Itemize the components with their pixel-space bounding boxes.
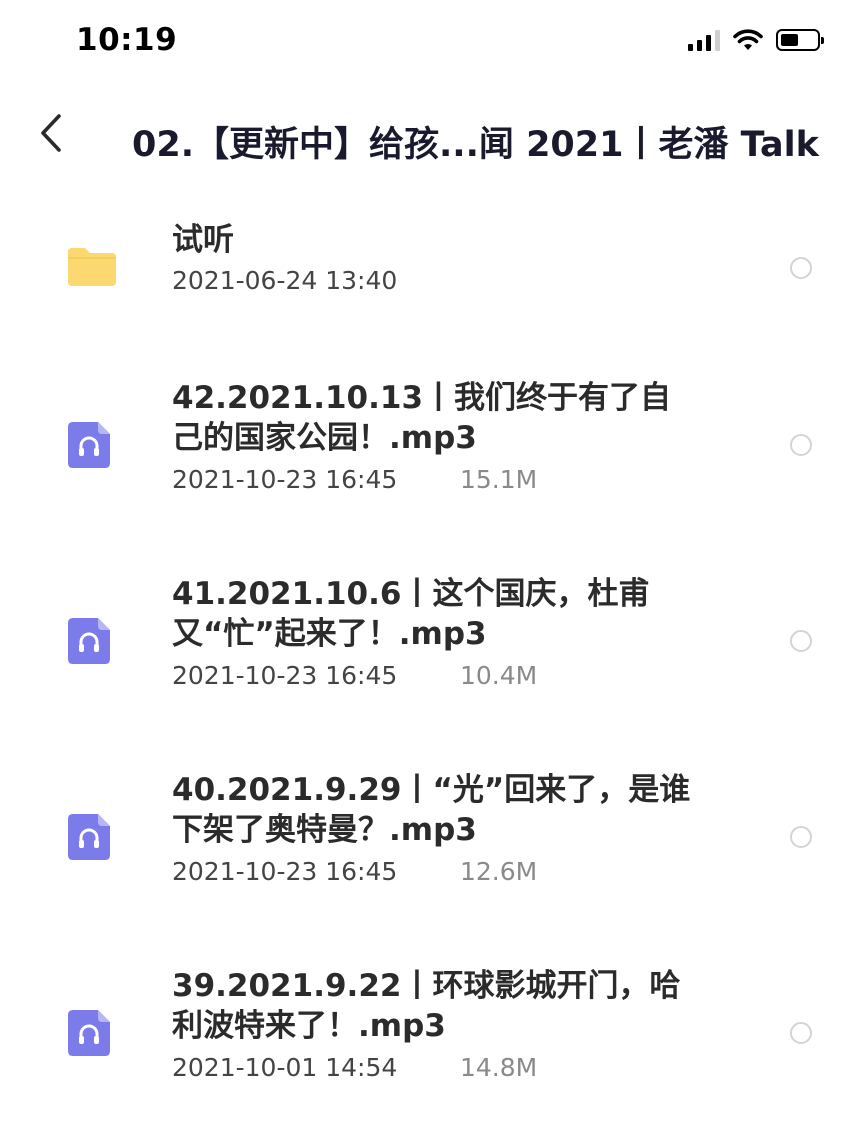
list-item-audio[interactable]: 40.2021.9.29丨“光”回来了，是谁下架了奥特曼？.mp3 2021-1… — [0, 762, 858, 942]
file-size: 10.4M — [460, 661, 538, 690]
folder-icon — [68, 248, 116, 286]
status-time: 10:19 — [76, 22, 178, 58]
select-radio[interactable] — [790, 434, 812, 456]
wifi-icon — [733, 29, 763, 50]
file-name: 试听 — [172, 222, 234, 258]
status-bar: 10:19 — [0, 0, 858, 86]
select-radio[interactable] — [790, 826, 812, 848]
file-size: 15.1M — [460, 465, 538, 494]
back-button[interactable] — [26, 108, 76, 158]
file-date: 2021-10-23 16:45 — [172, 857, 398, 886]
battery-icon — [776, 29, 824, 51]
select-radio[interactable] — [790, 630, 812, 652]
file-date: 2021-10-23 16:45 — [172, 465, 398, 494]
list-item-audio[interactable]: 42.2021.10.13丨我们终于有了自己的国家公园！.mp3 2021-10… — [0, 370, 858, 550]
chevron-left-icon — [41, 114, 61, 152]
headphones-file-icon — [68, 618, 110, 664]
headphones-file-icon — [68, 1010, 110, 1056]
file-name: 42.2021.10.13丨我们终于有了自己的国家公园！.mp3 — [172, 380, 672, 456]
list-item-audio[interactable]: 39.2021.9.22丨环球影城开门，哈利波特来了！.mp3 2021-10-… — [0, 958, 858, 1136]
file-size: 12.6M — [460, 857, 538, 886]
file-date: 2021-10-01 14:54 — [172, 1053, 398, 1082]
headphones-file-icon — [68, 814, 110, 860]
file-date: 2021-10-23 16:45 — [172, 661, 398, 690]
status-icons — [688, 28, 824, 52]
list-item-audio[interactable]: 41.2021.10.6丨这个国庆，杜甫又“忙”起来了！.mp3 2021-10… — [0, 566, 858, 746]
select-radio[interactable] — [790, 257, 812, 279]
signal-icon — [688, 29, 720, 51]
file-size: 14.8M — [460, 1053, 538, 1082]
file-name: 39.2021.9.22丨环球影城开门，哈利波特来了！.mp3 — [172, 968, 681, 1044]
list-item-folder[interactable]: 试听 2021-06-24 13:40 — [0, 200, 858, 360]
file-name: 41.2021.10.6丨这个国庆，杜甫又“忙”起来了！.mp3 — [172, 576, 650, 652]
file-date: 2021-06-24 13:40 — [172, 266, 398, 295]
nav-bar: 02.【更新中】给孩...闻 2021丨老潘 Talk — [0, 96, 858, 182]
file-name: 40.2021.9.29丨“光”回来了，是谁下架了奥特曼？.mp3 — [172, 772, 691, 848]
page-title: 02.【更新中】给孩...闻 2021丨老潘 Talk — [132, 125, 819, 165]
select-radio[interactable] — [790, 1022, 812, 1044]
headphones-file-icon — [68, 422, 110, 468]
